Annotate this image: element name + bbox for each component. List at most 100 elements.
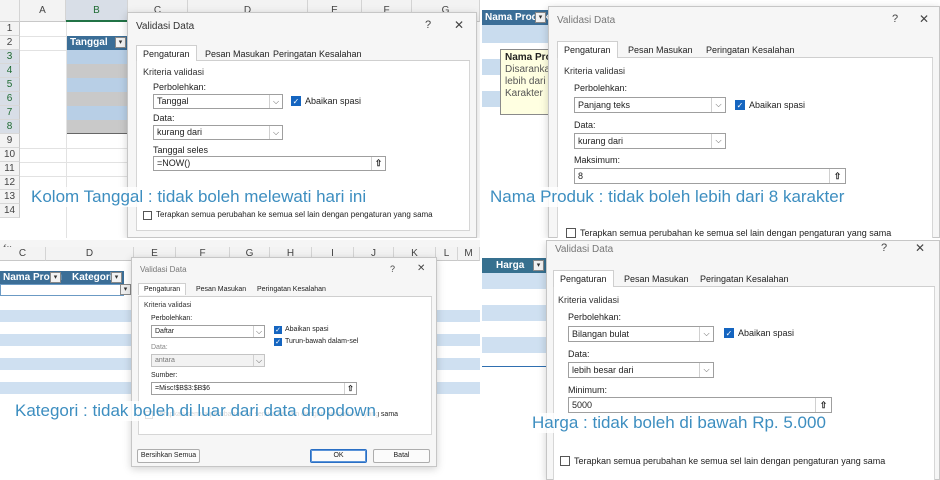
ignore-blank-checkbox[interactable]: ✓ <box>724 328 734 338</box>
min-input[interactable]: 5000 ⇧ <box>568 397 832 413</box>
row-header[interactable]: 8 <box>0 120 20 134</box>
data-cell[interactable] <box>482 25 548 43</box>
selected-cell[interactable] <box>67 64 128 78</box>
ignore-blank-checkbox[interactable]: ✓ <box>291 96 301 106</box>
criteria-label: Kriteria validasi <box>143 67 205 77</box>
clear-all-button[interactable]: Bersihkan Semua <box>137 449 200 463</box>
row-header[interactable]: 2 <box>0 36 20 50</box>
gridline <box>20 162 140 163</box>
tab-input-message[interactable]: Pesan Masukan <box>198 45 277 62</box>
tab-bar: Pengaturan Pesan Masukan Peringatan Kesa… <box>136 45 470 62</box>
ok-button[interactable]: OK <box>310 449 367 463</box>
filter-dropdown-icon[interactable]: ▾ <box>111 272 122 283</box>
column-header-b[interactable]: B <box>66 0 128 22</box>
corner-cell[interactable] <box>0 0 20 22</box>
allow-label: Perbolehkan: <box>574 83 628 93</box>
allow-label: Perbolehkan: <box>151 315 193 322</box>
row-header[interactable]: 9 <box>0 134 20 148</box>
selected-cell[interactable] <box>67 92 128 106</box>
chevron-down-icon: ⌵ <box>699 363 713 377</box>
row-header[interactable]: 7 <box>0 106 20 120</box>
column-header-a[interactable]: A <box>20 0 66 22</box>
column-header-d[interactable]: D <box>46 247 134 261</box>
ignore-blank-checkbox[interactable]: ✓ <box>274 326 282 334</box>
row-header[interactable]: 13 <box>0 190 20 204</box>
ignore-blank-checkbox[interactable]: ✓ <box>735 100 745 110</box>
help-icon[interactable]: ? <box>892 13 898 25</box>
selected-cell[interactable] <box>67 78 128 92</box>
apply-all-checkbox[interactable] <box>143 211 152 220</box>
help-icon[interactable]: ? <box>425 19 431 31</box>
criteria-label: Kriteria validasi <box>564 66 626 76</box>
column-header-m[interactable]: M <box>458 247 480 261</box>
in-cell-dropdown-icon[interactable]: ▾ <box>120 284 131 295</box>
row-header[interactable]: 11 <box>0 162 20 176</box>
apply-all-checkbox[interactable] <box>560 456 570 466</box>
allow-select[interactable]: Bilangan bulat ⌵ <box>568 326 714 342</box>
selected-cell[interactable] <box>67 106 128 120</box>
column-header-c[interactable]: C <box>0 247 46 261</box>
apply-all-checkbox[interactable] <box>566 228 576 238</box>
tab-error-alert[interactable]: Peringatan Kesalahan <box>266 45 369 62</box>
row-header[interactable]: 1 <box>0 22 20 36</box>
column-header-l[interactable]: L <box>436 247 458 261</box>
data-select[interactable]: antara ⌵ <box>151 354 265 367</box>
tab-input-message[interactable]: Pesan Masukan <box>617 270 696 287</box>
data-select[interactable]: kurang dari ⌵ <box>574 133 726 149</box>
row-header[interactable]: 12 <box>0 176 20 190</box>
ignore-blank-label: Abaikan spasi <box>749 100 806 110</box>
filter-dropdown-icon[interactable]: ▾ <box>533 260 544 271</box>
range-picker-icon[interactable]: ⇧ <box>815 398 831 412</box>
close-icon[interactable]: ✕ <box>417 263 425 274</box>
selected-cell[interactable] <box>67 50 128 64</box>
settings-panel: Kriteria validasi Perbolehkan: Panjang t… <box>557 58 933 238</box>
help-icon[interactable]: ? <box>390 264 395 274</box>
help-icon[interactable]: ? <box>881 242 887 254</box>
max-input[interactable]: 8 ⇧ <box>574 168 846 184</box>
range-picker-icon[interactable]: ⇧ <box>371 157 385 170</box>
row-header[interactable]: 4 <box>0 64 20 78</box>
filter-dropdown-icon[interactable]: ▾ <box>115 37 126 48</box>
cancel-button[interactable]: Batal <box>373 449 430 463</box>
tab-error-alert[interactable]: Peringatan Kesalahan <box>251 283 332 295</box>
source-input[interactable]: =Misc!$B$3:$B$6 ⇧ <box>151 382 357 395</box>
filter-dropdown-icon[interactable]: ▾ <box>535 12 546 23</box>
tab-settings[interactable]: Pengaturan <box>557 41 618 58</box>
in-cell-dropdown-checkbox[interactable]: ✓ <box>274 338 282 346</box>
apply-all-label: Terapkan semua perubahan ke semua sel la… <box>156 210 433 219</box>
panel-nama-produk: Nama Produk ▾ Nama Pro Disaranka lebih d… <box>482 0 940 238</box>
allow-select[interactable]: Panjang teks ⌵ <box>574 97 726 113</box>
close-icon[interactable]: ✕ <box>919 12 929 26</box>
row-header[interactable]: 3 <box>0 50 20 64</box>
kategori-cell[interactable] <box>0 284 124 296</box>
tab-settings[interactable]: Pengaturan <box>553 270 614 287</box>
tab-input-message[interactable]: Pesan Masukan <box>621 41 700 58</box>
data-select[interactable]: kurang dari ⌵ <box>153 125 283 140</box>
tab-error-alert[interactable]: Peringatan Kesalahan <box>693 270 796 287</box>
data-cell[interactable] <box>482 337 546 353</box>
tab-error-alert[interactable]: Peringatan Kesalahan <box>699 41 802 58</box>
row-header[interactable]: 6 <box>0 92 20 106</box>
allow-value: Panjang teks <box>578 100 631 110</box>
tab-settings[interactable]: Pengaturan <box>136 45 197 62</box>
allow-select[interactable]: Tanggal ⌵ <box>153 94 283 109</box>
max-value: 8 <box>578 171 584 181</box>
selected-cell[interactable] <box>67 120 128 134</box>
filter-dropdown-icon[interactable]: ▾ <box>50 272 61 283</box>
allow-select[interactable]: Daftar ⌵ <box>151 325 265 338</box>
range-picker-icon[interactable]: ⇧ <box>829 169 845 183</box>
row-header[interactable]: 10 <box>0 148 20 162</box>
close-icon[interactable]: ✕ <box>454 18 464 32</box>
data-cell[interactable] <box>482 273 546 289</box>
data-cell[interactable] <box>482 305 546 321</box>
tab-input-message[interactable]: Pesan Masukan <box>190 283 252 295</box>
row-header[interactable]: 5 <box>0 78 20 92</box>
tab-settings[interactable]: Pengaturan <box>138 283 187 295</box>
range-picker-icon[interactable]: ⇧ <box>344 383 356 394</box>
data-select[interactable]: lebih besar dari ⌵ <box>568 362 714 378</box>
row-header[interactable]: 14 <box>0 204 20 218</box>
chevron-down-icon: ⌵ <box>253 326 264 337</box>
tab-bar: Pengaturan Pesan Masukan Peringatan Kesa… <box>138 283 432 297</box>
close-icon[interactable]: ✕ <box>915 241 925 255</box>
end-date-input[interactable]: =NOW() ⇧ <box>153 156 386 171</box>
